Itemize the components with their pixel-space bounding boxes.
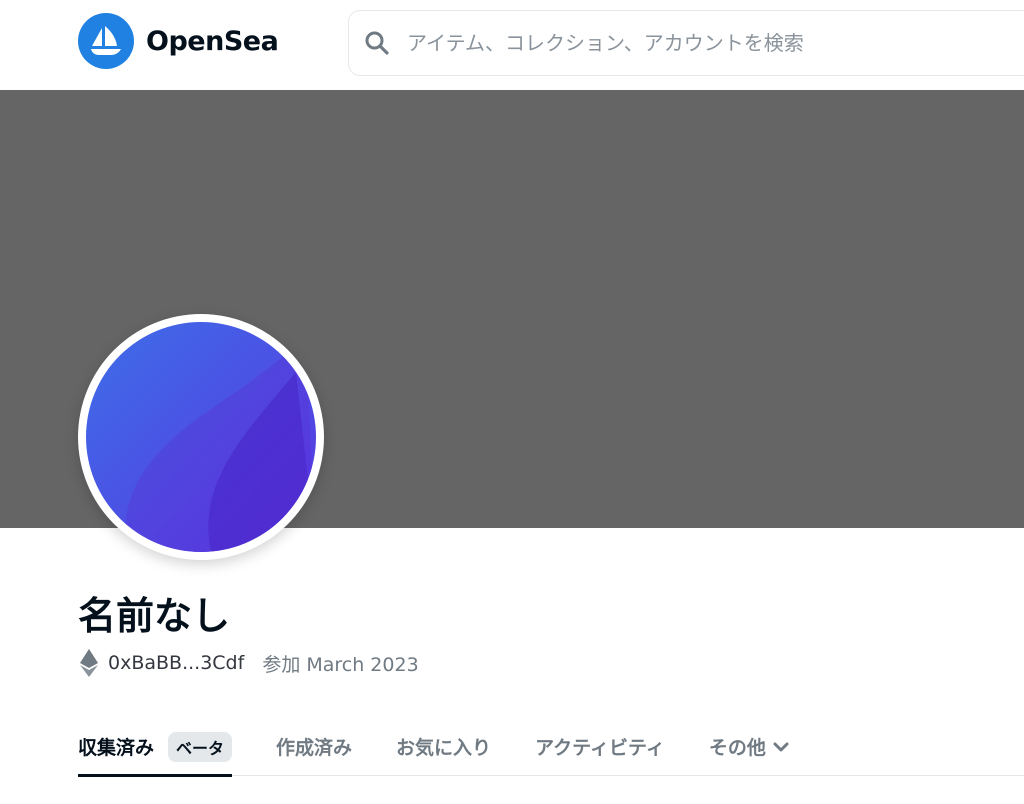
beta-badge: ベータ bbox=[168, 731, 233, 762]
search-icon bbox=[365, 31, 389, 55]
profile-tabs: 収集済み ベータ 作成済み お気に入り アクティビティ その他 bbox=[78, 718, 1024, 777]
tab-collected[interactable]: 収集済み ベータ bbox=[78, 718, 233, 777]
tab-created[interactable]: 作成済み bbox=[276, 718, 352, 776]
chevron-down-icon bbox=[773, 742, 789, 751]
tab-favorited[interactable]: お気に入り bbox=[396, 718, 491, 776]
opensea-logo[interactable]: OpenSea bbox=[78, 13, 279, 69]
tab-label: アクティビティ bbox=[535, 737, 665, 759]
logo-text: OpenSea bbox=[146, 25, 279, 57]
tab-activity[interactable]: アクティビティ bbox=[535, 718, 665, 776]
avatar[interactable] bbox=[78, 314, 324, 560]
search-bar[interactable] bbox=[348, 10, 1024, 76]
profile-name: 名前なし bbox=[78, 594, 231, 638]
top-navigation-bar: OpenSea bbox=[0, 0, 1024, 90]
opensea-ship-icon bbox=[78, 13, 134, 69]
wallet-address[interactable]: 0xBaBB...3Cdf bbox=[108, 652, 244, 674]
joined-date: 参加 March 2023 bbox=[262, 653, 419, 676]
profile-meta: 0xBaBB...3Cdf 参加 March 2023 bbox=[80, 648, 419, 678]
search-input[interactable] bbox=[407, 23, 1007, 63]
tab-label: その他 bbox=[708, 737, 766, 759]
ethereum-icon bbox=[80, 649, 98, 677]
tab-label: 作成済み bbox=[276, 737, 353, 759]
avatar-image bbox=[86, 322, 316, 552]
tab-more[interactable]: その他 bbox=[709, 718, 790, 776]
tab-label: 収集済み bbox=[78, 737, 155, 759]
tab-label: お気に入り bbox=[396, 737, 492, 759]
